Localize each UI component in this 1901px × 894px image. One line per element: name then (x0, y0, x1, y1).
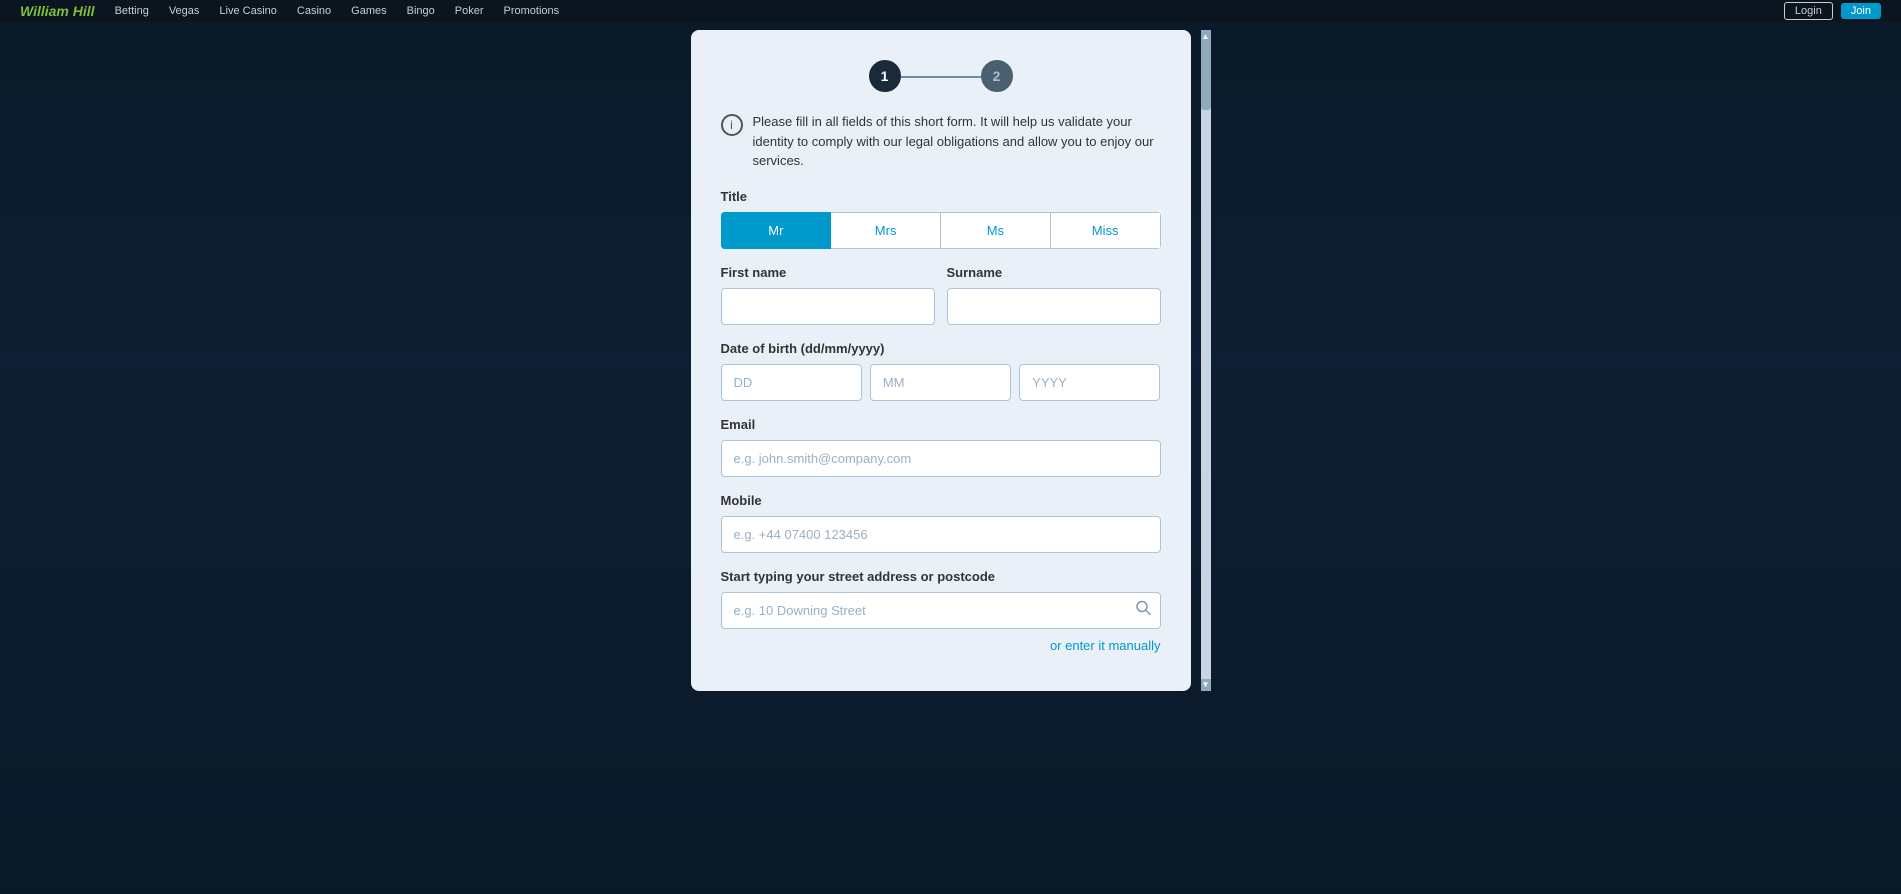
dob-mm-field (870, 364, 1011, 401)
title-mrs-button[interactable]: Mrs (831, 212, 941, 249)
nav-vegas[interactable]: Vegas (169, 5, 200, 17)
address-search-button[interactable] (1135, 600, 1151, 621)
address-label: Start typing your street address or post… (721, 569, 1161, 584)
dob-field-group: Date of birth (dd/mm/yyyy) (721, 341, 1161, 401)
first-name-label: First name (721, 265, 935, 280)
mobile-field-group: Mobile (721, 493, 1161, 553)
address-field-group: Start typing your street address or post… (721, 569, 1161, 655)
nav-promotions[interactable]: Promotions (504, 5, 560, 17)
nav-bingo[interactable]: Bingo (407, 5, 435, 17)
info-message: Please fill in all fields of this short … (753, 112, 1161, 171)
scrollbar-thumb[interactable] (1201, 30, 1211, 110)
nav-live-casino[interactable]: Live Casino (219, 5, 276, 17)
scrollbar[interactable]: ▲ ▼ (1201, 30, 1211, 691)
step-indicators: 1 2 (721, 60, 1161, 92)
search-icon (1135, 600, 1151, 616)
email-input[interactable] (721, 440, 1161, 477)
enter-manually-container: or enter it manually (721, 637, 1161, 655)
join-button[interactable]: Join (1841, 3, 1881, 19)
info-icon: i (721, 114, 743, 136)
dob-dd-input[interactable] (721, 364, 862, 401)
title-mr-button[interactable]: Mr (721, 212, 832, 249)
modal-scroll-container: ▲ ▼ 1 2 i Please fill in all fields of t… (691, 30, 1211, 691)
first-name-input[interactable] (721, 288, 935, 325)
surname-input[interactable] (947, 288, 1161, 325)
address-input[interactable] (721, 592, 1161, 629)
nav-casino[interactable]: Casino (297, 5, 331, 17)
dob-label: Date of birth (dd/mm/yyyy) (721, 341, 1161, 356)
nav-games[interactable]: Games (351, 5, 386, 17)
top-navigation: William Hill Betting Vegas Live Casino C… (0, 0, 1901, 22)
info-box: i Please fill in all fields of this shor… (721, 112, 1161, 171)
title-ms-button[interactable]: Ms (941, 212, 1051, 249)
scroll-up-arrow[interactable]: ▲ (1201, 30, 1211, 42)
mobile-input[interactable] (721, 516, 1161, 553)
email-label: Email (721, 417, 1161, 432)
email-field-group: Email (721, 417, 1161, 477)
dob-dd-field (721, 364, 862, 401)
surname-label: Surname (947, 265, 1161, 280)
step-1-indicator: 1 (869, 60, 901, 92)
step-2-number: 2 (993, 68, 1001, 84)
address-input-wrapper (721, 592, 1161, 629)
title-miss-button[interactable]: Miss (1051, 212, 1161, 249)
enter-manually-link[interactable]: or enter it manually (1050, 638, 1161, 653)
title-label: Title (721, 189, 1161, 204)
step-2-indicator: 2 (981, 60, 1013, 92)
site-logo: William Hill (20, 3, 95, 19)
nav-auth-buttons: Login Join (1784, 2, 1881, 20)
nav-poker[interactable]: Poker (455, 5, 484, 17)
mobile-label: Mobile (721, 493, 1161, 508)
dob-fields (721, 364, 1161, 401)
dob-yyyy-field (1019, 364, 1160, 401)
name-fields: First name Surname (721, 265, 1161, 325)
surname-field: Surname (947, 265, 1161, 325)
modal-overlay: ▲ ▼ 1 2 i Please fill in all fields of t… (0, 22, 1901, 894)
dob-yyyy-input[interactable] (1019, 364, 1160, 401)
title-buttons: Mr Mrs Ms Miss (721, 212, 1161, 249)
nav-links: Betting Vegas Live Casino Casino Games B… (115, 5, 560, 17)
scroll-down-arrow[interactable]: ▼ (1201, 679, 1211, 691)
dob-mm-input[interactable] (870, 364, 1011, 401)
step-1-number: 1 (881, 68, 889, 84)
first-name-field: First name (721, 265, 935, 325)
nav-betting[interactable]: Betting (115, 5, 149, 17)
registration-modal: 1 2 i Please fill in all fields of this … (691, 30, 1191, 691)
login-button[interactable]: Login (1784, 2, 1833, 20)
